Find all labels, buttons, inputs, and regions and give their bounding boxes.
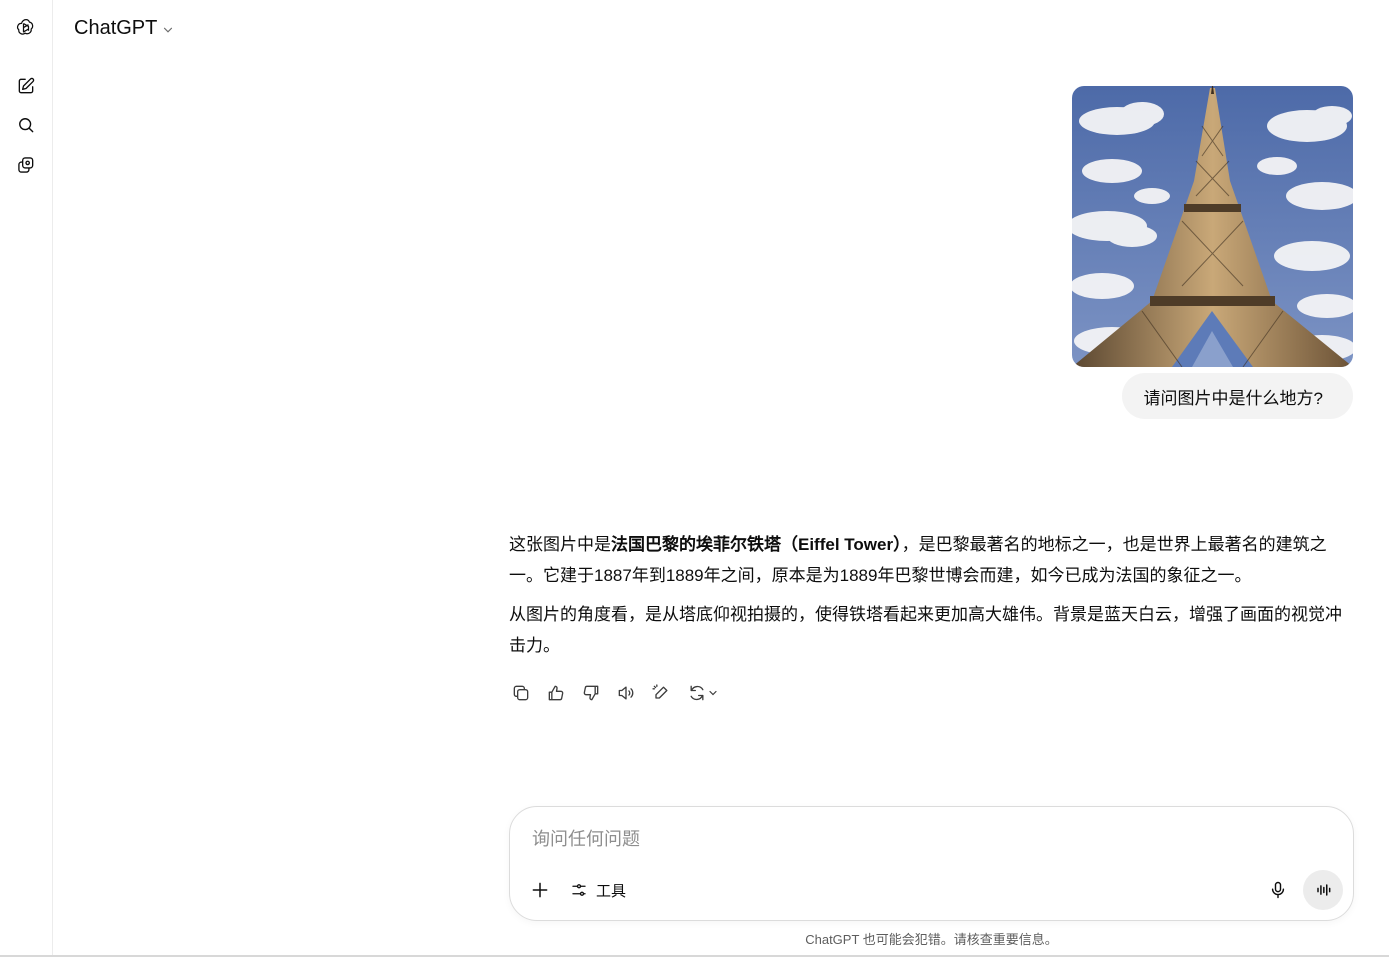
copy-icon[interactable] (509, 681, 533, 705)
user-message: 请问图片中是什么地方? (1121, 373, 1353, 419)
edit-canvas-icon[interactable] (649, 681, 673, 705)
model-selector[interactable]: ChatGPT (74, 15, 175, 41)
new-chat-icon[interactable] (13, 73, 39, 99)
library-icon[interactable] (13, 152, 39, 178)
sliders-icon (572, 884, 586, 896)
voice-waveform-icon (1317, 884, 1331, 896)
search-icon[interactable] (13, 112, 39, 138)
thumbs-up-icon[interactable] (544, 681, 568, 705)
regenerate-icon (690, 685, 704, 701)
regenerate-button[interactable] (684, 681, 722, 705)
assistant-message: 这张图片中是法国巴黎的埃菲尔铁塔（Eiffel Tower），是巴黎最著名的地标… (509, 529, 1357, 669)
chevron-down-icon (164, 27, 173, 33)
assistant-paragraph-2: 从图片的角度看，是从塔底仰视拍摄的，使得铁塔看起来更加高大雄伟。背景是蓝天白云，… (509, 605, 1342, 655)
attach-button[interactable] (528, 878, 552, 902)
openai-logo-icon[interactable] (13, 14, 39, 40)
prompt-input[interactable] (532, 825, 1312, 853)
sidebar (0, 0, 53, 957)
plus-icon (532, 882, 548, 898)
eiffel-tower-photo (1072, 86, 1353, 367)
assistant-paragraph-1: 这张图片中是法国巴黎的埃菲尔铁塔（Eiffel Tower），是巴黎最著名的地标… (509, 535, 1327, 585)
tools-button[interactable]: 工具 (570, 878, 626, 902)
highlight-landmark: 法国巴黎的埃菲尔铁塔（Eiffel Tower） (611, 535, 902, 554)
read-aloud-icon[interactable] (614, 681, 638, 705)
user-uploaded-image[interactable] (1072, 86, 1353, 367)
voice-mode-button[interactable] (1303, 870, 1343, 910)
composer: 工具 (509, 806, 1354, 921)
app-title: ChatGPT (74, 16, 158, 39)
dictate-button[interactable] (1266, 878, 1290, 902)
thumbs-down-icon[interactable] (579, 681, 603, 705)
microphone-icon (1271, 881, 1285, 899)
user-message-text: 请问图片中是什么地方? (1143, 388, 1323, 408)
chevron-down-icon (709, 690, 717, 696)
tools-label: 工具 (596, 882, 627, 900)
message-actions (509, 681, 722, 705)
disclaimer: ChatGPT 也可能会犯错。请核查重要信息。 (805, 932, 1058, 947)
